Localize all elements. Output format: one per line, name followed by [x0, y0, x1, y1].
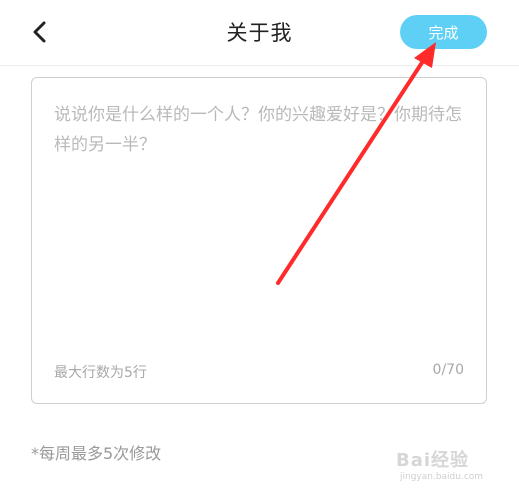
- done-button[interactable]: 完成: [400, 15, 487, 49]
- watermark-brand: Bai经验: [396, 450, 470, 471]
- bio-input-box: 最大行数为5行 0/70: [31, 77, 487, 404]
- max-lines-hint: 最大行数为5行: [54, 365, 147, 381]
- edit-limit-note: *每周最多5次修改: [31, 444, 162, 463]
- top-nav-bar: 关于我 完成: [0, 0, 519, 66]
- watermark-url: jingyan.baidu.com: [400, 472, 484, 482]
- bio-textarea[interactable]: [54, 100, 472, 350]
- char-counter: 0/70: [432, 362, 464, 378]
- about-me-page: 关于我 完成 最大行数为5行 0/70 *每周最多5次修改 Bai经验 jing…: [0, 0, 519, 494]
- baidu-watermark: Bai经验 jingyan.baidu.com: [396, 446, 516, 490]
